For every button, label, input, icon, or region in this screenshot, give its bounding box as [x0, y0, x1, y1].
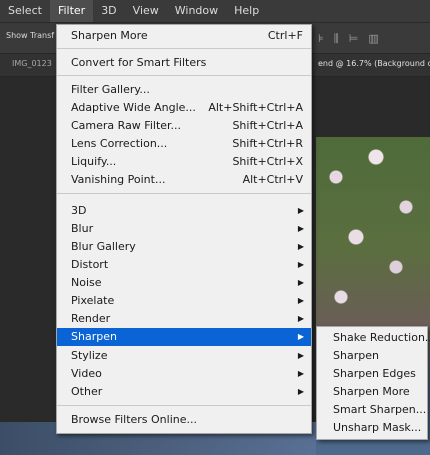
- menu-item-noise[interactable]: Noise ▶: [57, 274, 311, 292]
- submenu-item-unsharp-mask[interactable]: Unsharp Mask...: [317, 419, 427, 437]
- menu-item-label: 3D: [71, 204, 87, 217]
- menu-item-shortcut: Shift+Ctrl+R: [232, 137, 303, 150]
- menu-item-distort[interactable]: Distort ▶: [57, 256, 311, 274]
- menu-item-label: Sharpen: [71, 330, 117, 343]
- submenu-arrow-icon: ▶: [297, 387, 304, 396]
- menu-item-label: Sharpen More: [71, 29, 148, 42]
- menu-separator: [57, 405, 311, 406]
- submenu-item-smart-sharpen[interactable]: Smart Sharpen...: [317, 401, 427, 419]
- submenu-arrow-icon: ▶: [297, 351, 304, 360]
- document-tab[interactable]: IMG_0123: [12, 59, 52, 68]
- menu-item-label: Adaptive Wide Angle...: [71, 101, 196, 114]
- menu-item-vanishing-point[interactable]: Vanishing Point... Alt+Ctrl+V: [57, 171, 311, 189]
- submenu-item-label: Shake Reduction...: [333, 331, 430, 344]
- menu-item-label: Video: [71, 367, 102, 380]
- menu-bar: Select Filter 3D View Window Help: [0, 0, 430, 23]
- menu-item-blur-gallery[interactable]: Blur Gallery ▶: [57, 238, 311, 256]
- menu-item-shortcut: Shift+Ctrl+A: [232, 119, 303, 132]
- submenu-arrow-icon: ▶: [297, 206, 304, 215]
- submenu-item-sharpen[interactable]: Sharpen: [317, 347, 427, 365]
- show-transform-checkbox-label[interactable]: Show Transf: [6, 31, 54, 40]
- menu-separator: [57, 193, 311, 194]
- menu-item-label: Convert for Smart Filters: [71, 56, 207, 69]
- menu-separator: [57, 48, 311, 49]
- menu-item-label: Camera Raw Filter...: [71, 119, 182, 132]
- submenu-arrow-icon: ▶: [297, 242, 304, 251]
- menu-item-convert-smart-filters[interactable]: Convert for Smart Filters: [57, 54, 311, 72]
- submenu-arrow-icon: ▶: [297, 369, 304, 378]
- submenu-item-sharpen-more[interactable]: Sharpen More: [317, 383, 427, 401]
- menu-item-label: Noise: [71, 276, 102, 289]
- submenu-arrow-icon: ▶: [297, 260, 304, 269]
- menu-item-shortcut: Alt+Ctrl+V: [242, 173, 303, 186]
- submenu-item-label: Sharpen: [333, 349, 379, 362]
- menu-item-camera-raw-filter[interactable]: Camera Raw Filter... Shift+Ctrl+A: [57, 117, 311, 135]
- menu-item-shortcut: Ctrl+F: [267, 29, 303, 42]
- menu-item-label: Pixelate: [71, 294, 115, 307]
- menu-item-shortcut: Alt+Shift+Ctrl+A: [208, 101, 303, 114]
- menu-select[interactable]: Select: [0, 0, 50, 22]
- menu-item-label: Render: [71, 312, 111, 325]
- active-document-tab[interactable]: end @ 16.7% (Background co: [318, 59, 430, 68]
- submenu-arrow-icon: ▶: [297, 296, 304, 305]
- filter-menu: Sharpen More Ctrl+F Convert for Smart Fi…: [56, 24, 312, 434]
- align-center-icon[interactable]: ⫼: [334, 32, 339, 46]
- submenu-item-shake-reduction[interactable]: Shake Reduction...: [317, 329, 430, 347]
- menu-item-3d[interactable]: 3D ▶: [57, 202, 311, 220]
- menu-item-sharpen[interactable]: Sharpen ▶: [57, 328, 311, 346]
- menu-3d[interactable]: 3D: [93, 0, 124, 22]
- menu-window[interactable]: Window: [167, 0, 226, 22]
- menu-item-adaptive-wide-angle[interactable]: Adaptive Wide Angle... Alt+Shift+Ctrl+A: [57, 99, 311, 117]
- menu-item-label: Vanishing Point...: [71, 173, 166, 186]
- sharpen-submenu: Shake Reduction... Sharpen Sharpen Edges…: [316, 326, 430, 440]
- submenu-item-label: Sharpen Edges: [333, 367, 416, 380]
- menu-item-stylize[interactable]: Stylize ▶: [57, 347, 311, 365]
- menu-item-pixelate[interactable]: Pixelate ▶: [57, 292, 311, 310]
- menu-item-label: Lens Correction...: [71, 137, 168, 150]
- menu-item-other[interactable]: Other ▶: [57, 383, 311, 401]
- distribute-icon[interactable]: ▥: [368, 32, 378, 46]
- menu-item-label: Browse Filters Online...: [71, 413, 197, 426]
- menu-item-label: Filter Gallery...: [71, 83, 150, 96]
- menu-help[interactable]: Help: [226, 0, 267, 22]
- submenu-arrow-icon: ▶: [297, 314, 304, 323]
- menu-item-label: Liquify...: [71, 155, 117, 168]
- menu-view[interactable]: View: [125, 0, 167, 22]
- menu-item-blur[interactable]: Blur ▶: [57, 220, 311, 238]
- menu-item-render[interactable]: Render ▶: [57, 310, 311, 328]
- submenu-arrow-icon: ▶: [297, 332, 304, 341]
- menu-filter[interactable]: Filter: [49, 0, 94, 22]
- menu-item-label: Stylize: [71, 349, 108, 362]
- menu-item-filter-gallery[interactable]: Filter Gallery...: [57, 81, 311, 99]
- submenu-item-label: Sharpen More: [333, 385, 410, 398]
- menu-separator: [57, 75, 311, 76]
- menu-item-liquify[interactable]: Liquify... Shift+Ctrl+X: [57, 153, 311, 171]
- menu-item-label: Blur Gallery: [71, 240, 136, 253]
- menu-item-last-filter[interactable]: Sharpen More Ctrl+F: [57, 27, 311, 45]
- submenu-item-label: Smart Sharpen...: [333, 403, 427, 416]
- menu-item-video[interactable]: Video ▶: [57, 365, 311, 383]
- align-icons-group: ⊧ ⫼ ⊨ ▥: [318, 32, 379, 46]
- menu-item-shortcut: Shift+Ctrl+X: [232, 155, 303, 168]
- menu-item-browse-filters-online[interactable]: Browse Filters Online...: [57, 411, 311, 429]
- menu-item-label: Distort: [71, 258, 109, 271]
- submenu-arrow-icon: ▶: [297, 224, 304, 233]
- submenu-arrow-icon: ▶: [297, 278, 304, 287]
- menu-item-label: Other: [71, 385, 103, 398]
- align-right-icon[interactable]: ⊨: [349, 32, 359, 46]
- submenu-item-sharpen-edges[interactable]: Sharpen Edges: [317, 365, 427, 383]
- align-left-icon[interactable]: ⊧: [318, 32, 324, 46]
- submenu-item-label: Unsharp Mask...: [333, 421, 422, 434]
- menu-item-label: Blur: [71, 222, 94, 235]
- menu-item-lens-correction[interactable]: Lens Correction... Shift+Ctrl+R: [57, 135, 311, 153]
